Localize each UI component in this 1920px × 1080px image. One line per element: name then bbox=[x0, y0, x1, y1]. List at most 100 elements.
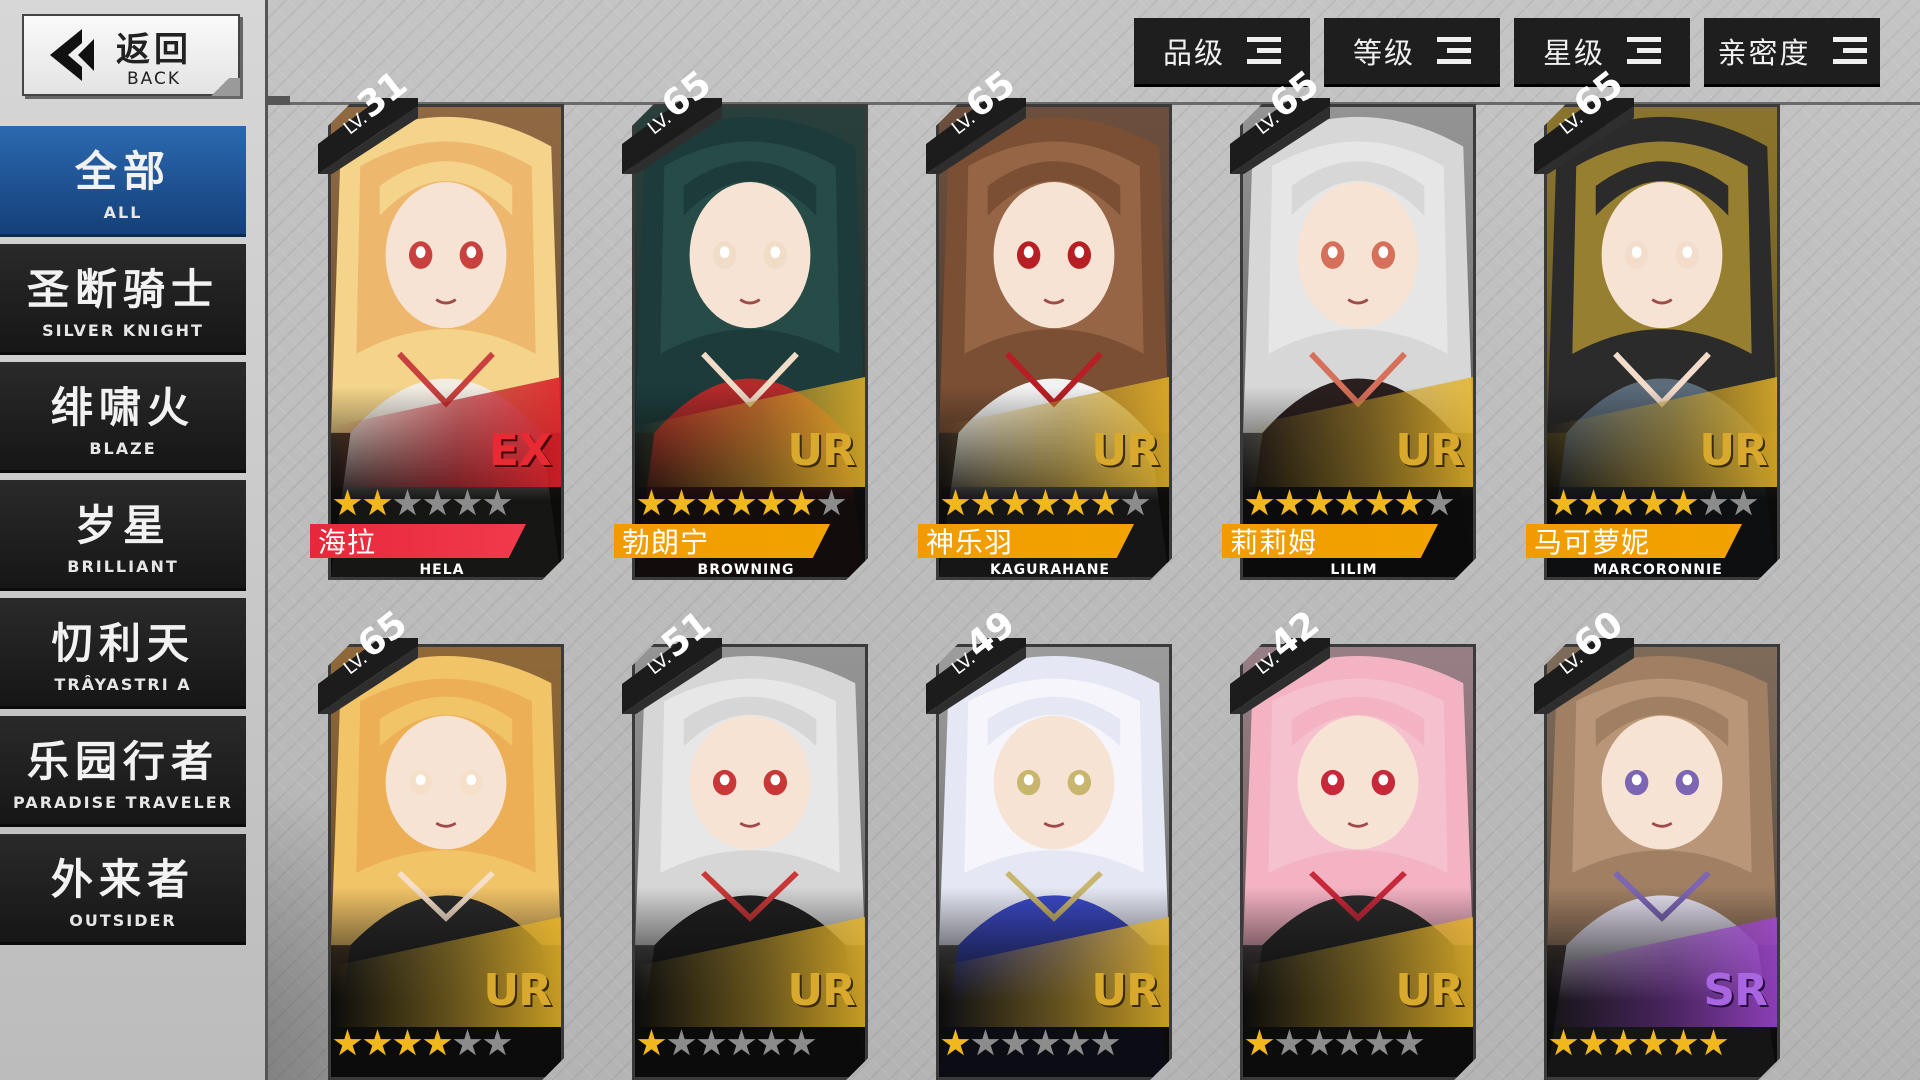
character-card[interactable]: EX 海拉 HELA LV.31 bbox=[310, 63, 564, 580]
sort-button-label: 星级 bbox=[1542, 36, 1605, 70]
star-filled-icon bbox=[1549, 489, 1578, 518]
rarity-label: UR bbox=[1699, 425, 1767, 476]
level-tag: LV.65 bbox=[318, 603, 418, 714]
star-filled-icon bbox=[1669, 489, 1698, 518]
character-name-bar: 莉莉姆 bbox=[1222, 524, 1438, 558]
star-empty-icon bbox=[817, 489, 846, 518]
star-filled-icon bbox=[787, 489, 816, 518]
back-label-zh: 返回 bbox=[116, 29, 192, 70]
character-name-zh: 马可萝妮 bbox=[1534, 526, 1651, 559]
star-filled-icon bbox=[1061, 489, 1090, 518]
star-empty-icon bbox=[757, 1029, 786, 1058]
star-filled-icon bbox=[1091, 489, 1120, 518]
star-filled-icon bbox=[1579, 489, 1608, 518]
star-filled-icon bbox=[363, 1029, 392, 1058]
sort-by-affinity-button[interactable]: 亲密度 bbox=[1704, 18, 1880, 84]
sort-bar: 品级 等级 星级 亲密度 bbox=[1134, 18, 1880, 84]
star-empty-icon bbox=[1365, 1029, 1394, 1058]
rarity-label: UR bbox=[1395, 965, 1463, 1016]
level-tag: LV.65 bbox=[1534, 63, 1634, 174]
star-filled-icon bbox=[333, 489, 362, 518]
star-empty-icon bbox=[1699, 489, 1728, 518]
sort-button-label: 品级 bbox=[1162, 36, 1225, 70]
character-card[interactable]: UR LV.51 bbox=[622, 603, 868, 1080]
star-filled-icon bbox=[1335, 489, 1364, 518]
rarity-label: UR bbox=[787, 965, 855, 1016]
sort-by-grade-button[interactable]: 品级 bbox=[1134, 18, 1310, 84]
star-filled-icon bbox=[1549, 1029, 1578, 1058]
category-label-zh: 外来者 bbox=[50, 855, 195, 904]
category-label-en: PARADISE TRAVELER bbox=[13, 793, 233, 812]
level-tag: LV.42 bbox=[1230, 603, 1330, 714]
character-name-en: LILIM bbox=[1330, 562, 1378, 578]
star-rating bbox=[941, 1029, 1120, 1058]
category-sidebar: 返回 BACK 全部 ALL 圣断骑士 SILVER KNIGHT 绯啸火 BLAZE 岁星… bbox=[0, 0, 268, 1080]
star-filled-icon bbox=[1365, 489, 1394, 518]
rarity-label: UR bbox=[787, 425, 855, 476]
category-label-zh: 绯啸火 bbox=[50, 383, 195, 432]
sort-lines-icon bbox=[1247, 37, 1281, 65]
star-empty-icon bbox=[787, 1029, 816, 1058]
back-button[interactable]: 返回 BACK bbox=[22, 14, 240, 96]
star-filled-icon bbox=[1639, 1029, 1668, 1058]
character-name-bar: 神乐羽 bbox=[918, 524, 1134, 558]
character-card[interactable]: UR LV.49 bbox=[926, 603, 1172, 1080]
category-item-outsider[interactable]: 外来者 OUTSIDER bbox=[0, 834, 246, 942]
star-rating bbox=[1549, 489, 1758, 518]
character-card[interactable]: UR LV.42 bbox=[1230, 603, 1476, 1080]
category-item-tr-yastri-a[interactable]: 忉利天 TRÂYASTRI A bbox=[0, 598, 246, 706]
star-filled-icon bbox=[333, 1029, 362, 1058]
back-label-en: BACK bbox=[126, 68, 181, 89]
character-card[interactable]: UR 马可萝妮 MARCORONNIE LV.65 bbox=[1526, 63, 1780, 580]
category-label-zh: 乐园行者 bbox=[26, 737, 219, 786]
character-card[interactable]: UR 勃朗宁 BROWNING LV.65 bbox=[614, 63, 868, 580]
character-grid: EX 海拉 HELA LV.31 UR 勃朗宁 BROWNING LV.65 U… bbox=[310, 63, 1880, 1080]
character-name-bar: 勃朗宁 bbox=[614, 524, 830, 558]
category-item-brilliant[interactable]: 岁星 BRILLIANT bbox=[0, 480, 246, 588]
star-empty-icon bbox=[1121, 489, 1150, 518]
back-corner-deco bbox=[200, 78, 240, 96]
star-filled-icon bbox=[1609, 1029, 1638, 1058]
character-card[interactable]: SR LV.60 bbox=[1534, 603, 1780, 1080]
character-name-zh: 海拉 bbox=[318, 526, 377, 559]
star-filled-icon bbox=[1579, 1029, 1608, 1058]
star-rating bbox=[333, 489, 512, 518]
character-card[interactable]: UR 神乐羽 KAGURAHANE LV.65 bbox=[918, 63, 1172, 580]
back-arrow-icon bbox=[42, 25, 102, 85]
card-frame: UR bbox=[1240, 104, 1476, 580]
category-item-silver-knight[interactable]: 圣断骑士 SILVER KNIGHT bbox=[0, 244, 246, 352]
character-card[interactable]: UR 莉莉姆 LILIM LV.65 bbox=[1222, 63, 1476, 580]
star-filled-icon bbox=[1639, 489, 1668, 518]
star-filled-icon bbox=[363, 489, 392, 518]
character-name-en: HELA bbox=[419, 562, 465, 578]
category-item-all[interactable]: 全部 ALL bbox=[0, 126, 246, 234]
rarity-label: UR bbox=[1091, 965, 1159, 1016]
star-filled-icon bbox=[1609, 489, 1638, 518]
star-filled-icon bbox=[1245, 1029, 1274, 1058]
sort-lines-icon bbox=[1627, 37, 1661, 65]
level-tag: LV.49 bbox=[926, 603, 1026, 714]
sort-by-level-button[interactable]: 等级 bbox=[1324, 18, 1500, 84]
character-name-en: BROWNING bbox=[697, 562, 795, 578]
category-list: 全部 ALL 圣断骑士 SILVER KNIGHT 绯啸火 BLAZE 岁星 BRILLIAN… bbox=[0, 126, 246, 952]
star-filled-icon bbox=[941, 1029, 970, 1058]
level-tag: LV.65 bbox=[1230, 63, 1330, 174]
category-label-en: BRILLIANT bbox=[67, 557, 179, 576]
category-item-paradise-traveler[interactable]: 乐园行者 PARADISE TRAVELER bbox=[0, 716, 246, 824]
rarity-label: UR bbox=[1091, 425, 1159, 476]
star-filled-icon bbox=[1001, 489, 1030, 518]
star-filled-icon bbox=[1245, 489, 1274, 518]
character-name-zh: 神乐羽 bbox=[926, 526, 1014, 559]
category-label-en: SILVER KNIGHT bbox=[42, 321, 204, 340]
category-item-blaze[interactable]: 绯啸火 BLAZE bbox=[0, 362, 246, 470]
character-card[interactable]: UR LV.65 bbox=[318, 603, 564, 1080]
character-name-zh: 莉莉姆 bbox=[1230, 526, 1318, 559]
star-rating bbox=[637, 1029, 816, 1058]
star-empty-icon bbox=[697, 1029, 726, 1058]
star-filled-icon bbox=[1395, 489, 1424, 518]
star-filled-icon bbox=[1699, 1029, 1728, 1058]
star-filled-icon bbox=[1669, 1029, 1698, 1058]
star-empty-icon bbox=[483, 1029, 512, 1058]
star-filled-icon bbox=[393, 1029, 422, 1058]
star-empty-icon bbox=[971, 1029, 1000, 1058]
